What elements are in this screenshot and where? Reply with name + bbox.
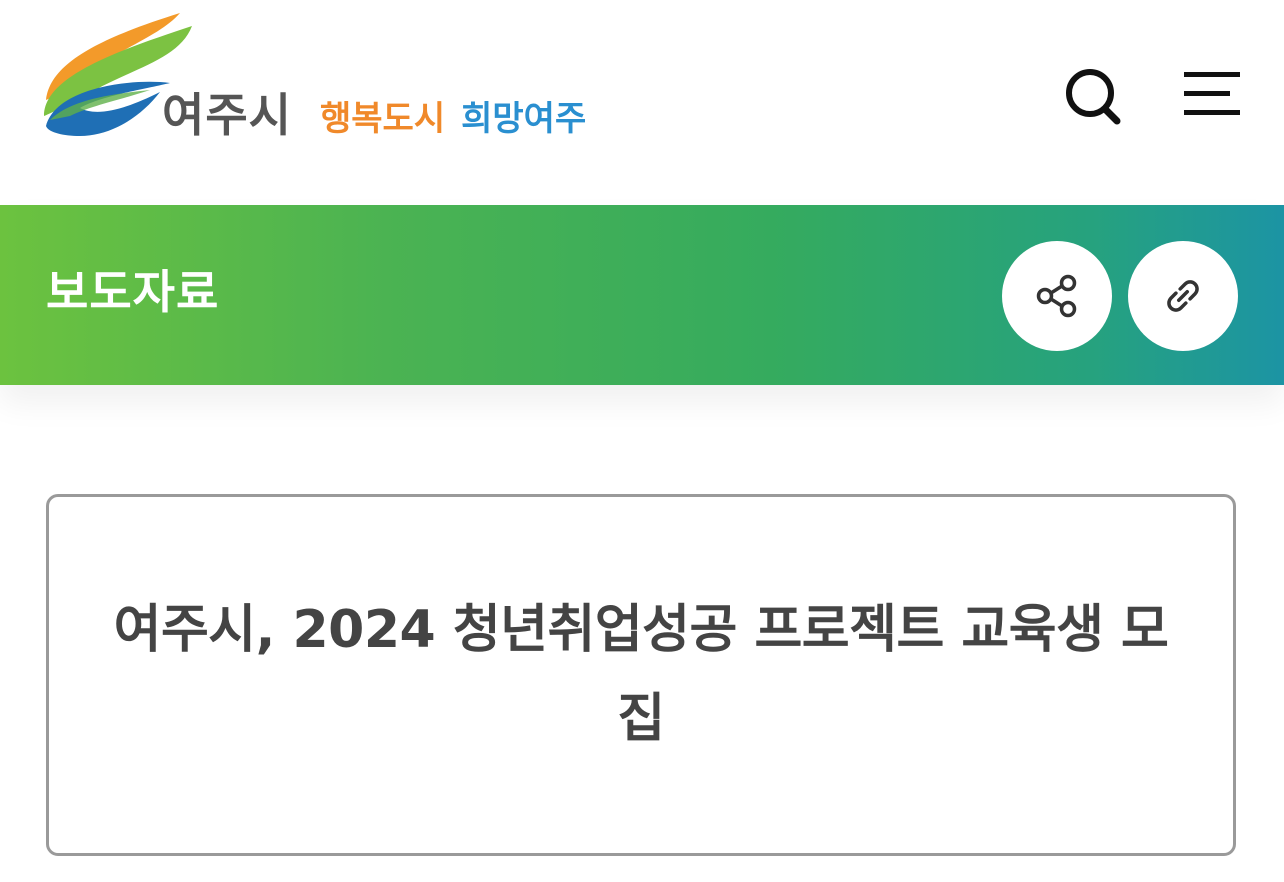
page: 여주시 행복도시 희망여주 보도자료 여주시, 2024 청년취업성공 프로젝트… (0, 0, 1284, 882)
page-title: 보도자료 (46, 265, 220, 319)
share-button[interactable] (1002, 241, 1112, 351)
search-icon (1066, 69, 1121, 125)
article-title: 여주시, 2024 청년취업성공 프로젝트 교육생 모집 (113, 599, 1169, 749)
page-banner: 보도자료 (0, 205, 1284, 385)
copy-link-button[interactable] (1128, 241, 1238, 351)
article-title-card: 여주시, 2024 청년취업성공 프로젝트 교육생 모집 (46, 494, 1236, 856)
site-logo[interactable]: 여주시 행복도시 희망여주 (40, 8, 610, 148)
search-button[interactable] (1060, 64, 1124, 128)
link-icon (1167, 280, 1199, 312)
logo-city-name: 여주시 (162, 88, 292, 142)
menu-button[interactable] (1180, 68, 1244, 120)
logo-slogan-part2: 희망여주 (461, 99, 587, 139)
share-icon (1036, 274, 1077, 318)
site-header: 여주시 행복도시 희망여주 (0, 0, 1284, 205)
logo-slogan-part1: 행복도시 (320, 99, 446, 139)
hamburger-menu-icon (1184, 72, 1240, 115)
logo-slogan: 행복도시 희망여주 (320, 102, 586, 136)
